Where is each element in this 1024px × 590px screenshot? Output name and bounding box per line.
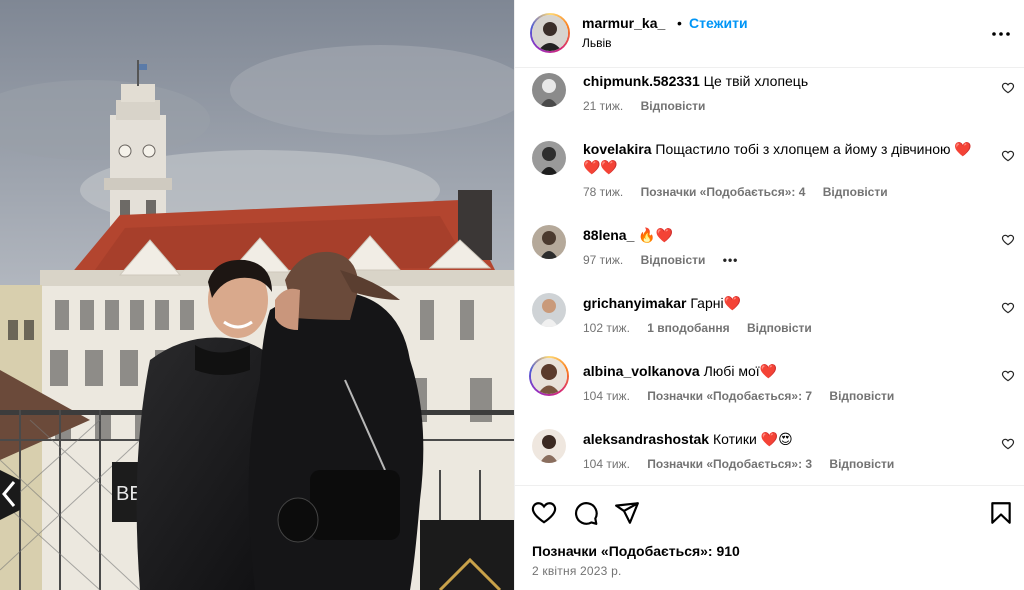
commenter-username[interactable]: aleksandrashostak [583, 431, 709, 447]
comment-text: chipmunk.582331 Це твій хлопець [583, 72, 978, 90]
comment-likes-count[interactable]: Позначки «Подобається»: 7 [647, 389, 812, 403]
reply-button[interactable]: Відповісти [641, 253, 706, 267]
comment-meta: 78 тиж. Позначки «Подобається»: 4 Відпов… [583, 185, 902, 199]
comment-time[interactable]: 21 тиж. [583, 99, 623, 113]
heart-icon[interactable] [1001, 369, 1015, 383]
reply-button[interactable]: Відповісти [823, 185, 888, 199]
comment-meta: 102 тиж. 1 вподобання Відповісти [583, 321, 826, 335]
commenter-username[interactable]: 88lena_ [583, 227, 634, 243]
commenter-avatar[interactable] [529, 356, 569, 396]
post-header: marmur_ka_ • Стежити Львів [515, 0, 1024, 68]
commenter-avatar[interactable] [532, 73, 566, 107]
comment-text: grichanyimakar Гарні❤️ [583, 294, 978, 312]
comment-likes-count[interactable]: Позначки «Подобається»: 3 [647, 457, 812, 471]
comment-likes-count[interactable]: 1 вподобання [647, 321, 729, 335]
share-icon[interactable] [614, 500, 640, 526]
post-location[interactable]: Львів [582, 36, 612, 50]
comment-body: Це твій хлопець [703, 73, 809, 89]
follow-button[interactable]: Стежити [689, 15, 748, 31]
commenter-username[interactable]: grichanyimakar [583, 295, 687, 311]
comment-icon[interactable] [573, 500, 599, 526]
comment-time[interactable]: 104 тиж. [583, 457, 630, 471]
comment-meta: 97 тиж. Відповісти ••• [583, 253, 752, 267]
commenter-avatar[interactable] [532, 293, 566, 327]
reply-button[interactable]: Відповісти [829, 389, 894, 403]
commenter-avatar-image [532, 141, 566, 175]
commenter-avatar-image [531, 358, 567, 394]
author-avatar-image [532, 15, 568, 51]
heart-icon[interactable] [1001, 437, 1015, 451]
comment-options-icon[interactable]: ••• [723, 253, 739, 267]
reply-button[interactable]: Відповісти [747, 321, 812, 335]
heart-icon[interactable] [1001, 233, 1015, 247]
commenter-avatar[interactable] [532, 225, 566, 259]
comment-time[interactable]: 78 тиж. [583, 185, 623, 199]
comment-body: Любі мої❤️ [703, 363, 778, 379]
post-actions: Позначки «Подобається»: 910 2 квітня 202… [515, 485, 1024, 590]
commenter-username[interactable]: albina_volkanova [583, 363, 700, 379]
bookmark-icon[interactable] [988, 500, 1014, 526]
post-photo[interactable]: ВЕР [0, 0, 514, 590]
commenter-username[interactable]: chipmunk.582331 [583, 73, 700, 89]
comment-time[interactable]: 104 тиж. [583, 389, 630, 403]
comment-text: aleksandrashostak Котики ❤️😍 [583, 430, 978, 448]
comment-text: 88lena_ 🔥❤️ [583, 226, 978, 244]
commenter-avatar-image [532, 293, 566, 327]
commenter-avatar-image [532, 73, 566, 107]
reply-button[interactable]: Відповісти [641, 99, 706, 113]
heart-icon[interactable] [531, 500, 557, 526]
post-details-panel: marmur_ka_ • Стежити Львів chipmunk.5823… [514, 0, 1024, 590]
heart-icon[interactable] [1001, 301, 1015, 315]
commenter-avatar-image [532, 225, 566, 259]
photo-illustration: ВЕР [0, 0, 514, 590]
comment-meta: 104 тиж. Позначки «Подобається»: 3 Відпо… [583, 457, 908, 471]
comment-meta: 21 тиж. Відповісти [583, 99, 719, 113]
separator-dot: • [677, 15, 682, 31]
comment-text: albina_volkanova Любі мої❤️ [583, 362, 978, 380]
comment-time[interactable]: 97 тиж. [583, 253, 623, 267]
comment-likes-count[interactable]: Позначки «Подобається»: 4 [641, 185, 806, 199]
comment-time[interactable]: 102 тиж. [583, 321, 630, 335]
author-avatar[interactable] [530, 13, 570, 53]
more-horizontal-icon[interactable] [989, 22, 1013, 46]
comment-text: kovelakira Пощастило тобі з хлопцем а йо… [583, 140, 978, 176]
comments-list[interactable]: chipmunk.582331 Це твій хлопець 21 тиж. … [515, 69, 1024, 484]
heart-icon[interactable] [1001, 149, 1015, 163]
comment-body: Гарні❤️ [690, 295, 742, 311]
author-username[interactable]: marmur_ka_ [582, 15, 665, 31]
post-date[interactable]: 2 квітня 2023 р. [532, 564, 622, 578]
post-likes-count[interactable]: Позначки «Подобається»: 910 [532, 543, 740, 559]
commenter-avatar[interactable] [532, 141, 566, 175]
comment-body: Котики ❤️😍 [712, 431, 793, 447]
comment-body: 🔥❤️ [638, 227, 674, 243]
commenter-username[interactable]: kovelakira [583, 141, 652, 157]
comment-meta: 104 тиж. Позначки «Подобається»: 7 Відпо… [583, 389, 908, 403]
reply-button[interactable]: Відповісти [829, 457, 894, 471]
commenter-avatar-image [532, 429, 566, 463]
heart-icon[interactable] [1001, 81, 1015, 95]
commenter-avatar[interactable] [532, 429, 566, 463]
